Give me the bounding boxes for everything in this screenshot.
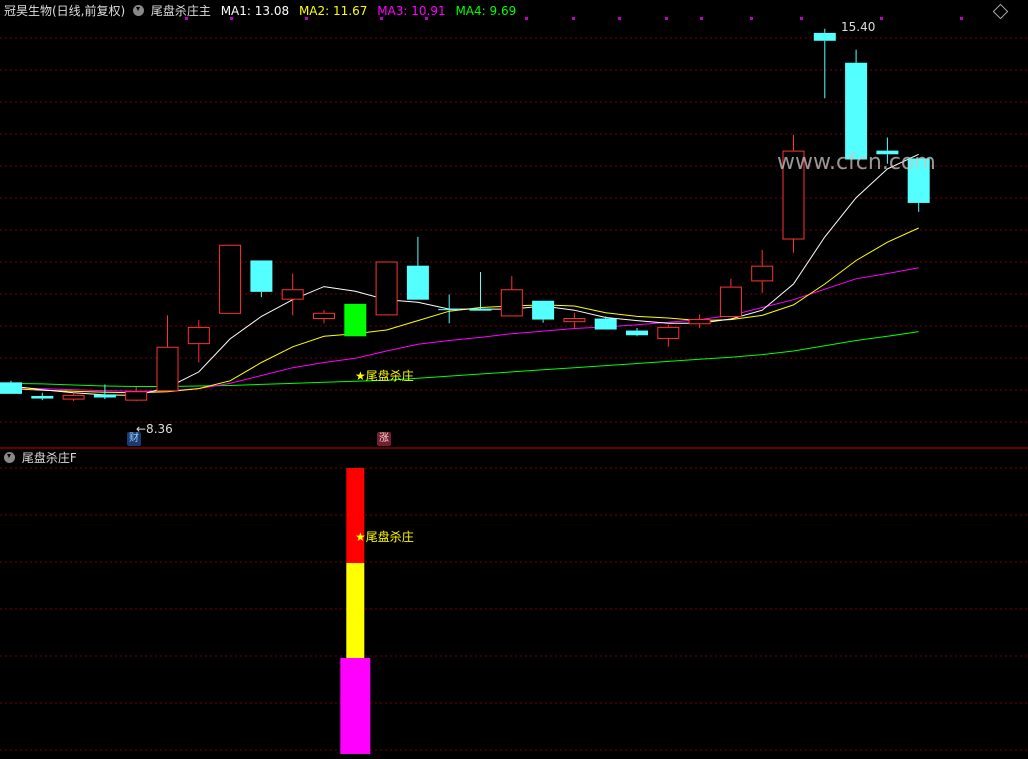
top-marker — [800, 17, 803, 20]
low-price-label: ←8.36 — [136, 422, 173, 436]
top-marker — [700, 17, 703, 20]
candle-body — [438, 309, 461, 311]
indicator-name[interactable]: 尾盘杀庄主 — [151, 4, 211, 18]
signal-bar-segment — [340, 658, 371, 754]
chart-canvas — [0, 17, 1028, 754]
candle-body — [500, 289, 523, 317]
sub-signal-label: ★尾盘杀庄 — [355, 530, 414, 544]
top-marker — [880, 17, 883, 20]
finance-badge[interactable]: 财 — [127, 432, 141, 446]
signal-bar-segment — [346, 468, 365, 563]
candle-body — [845, 62, 868, 160]
candle-body — [532, 300, 555, 320]
high-price-label: 15.40 — [841, 20, 876, 34]
candle-body — [62, 394, 85, 400]
top-marker — [525, 17, 528, 20]
candle-body — [313, 312, 335, 320]
top-marker — [750, 17, 753, 20]
dropdown-icon[interactable] — [4, 452, 15, 463]
ma4-label: MA4: 9.69 — [455, 4, 517, 18]
signal-label: ★尾盘杀庄 — [355, 369, 414, 383]
ma4-line — [10, 331, 919, 387]
candle-body — [156, 346, 179, 392]
top-marker — [960, 17, 963, 20]
candle-body — [93, 394, 116, 398]
candle-body — [0, 382, 22, 394]
top-marker — [665, 17, 668, 20]
sub-grid — [0, 467, 1028, 751]
signal-bar-segment — [346, 563, 365, 658]
main-grid — [0, 37, 1028, 423]
ma3-label: MA3: 10.91 — [377, 4, 446, 18]
candle-body — [281, 289, 304, 300]
candle-body — [406, 265, 429, 300]
candles — [0, 28, 930, 402]
ma2-line — [10, 227, 919, 394]
ma3-line — [10, 267, 919, 392]
sub-panel-header: 尾盘杀庄F — [4, 450, 77, 466]
stock-title: 冠昊生物(日线,前复权) — [4, 4, 126, 18]
candle-body — [219, 244, 242, 314]
candle-body — [31, 395, 54, 399]
candle-body — [469, 308, 492, 311]
candle-body — [626, 330, 648, 336]
candle-body — [250, 260, 273, 292]
limit-up-badge[interactable]: 涨 — [377, 432, 391, 446]
sub-panel-title[interactable]: 尾盘杀庄F — [22, 451, 77, 465]
top-marker — [618, 17, 621, 20]
candle-body — [344, 303, 367, 337]
top-marker — [572, 17, 575, 20]
header-bar: 冠昊生物(日线,前复权) 尾盘杀庄主 MA1: 13.08 MA2: 11.67… — [4, 3, 516, 19]
dropdown-icon[interactable] — [133, 5, 145, 16]
watermark: www.cfcn.com — [777, 150, 936, 175]
ma1-label: MA1: 13.08 — [220, 4, 290, 18]
candle-body — [594, 318, 617, 330]
candle-body — [187, 326, 210, 345]
candle-body — [813, 32, 836, 41]
candle-body — [125, 391, 148, 401]
candle-body — [375, 261, 398, 316]
candle-body — [751, 265, 774, 282]
candle-body — [688, 319, 711, 325]
signal-bars — [340, 468, 371, 754]
candle-body — [657, 326, 680, 339]
candle-body — [719, 286, 742, 317]
candle-body — [563, 318, 586, 323]
ma2-label: MA2: 11.67 — [298, 4, 368, 18]
